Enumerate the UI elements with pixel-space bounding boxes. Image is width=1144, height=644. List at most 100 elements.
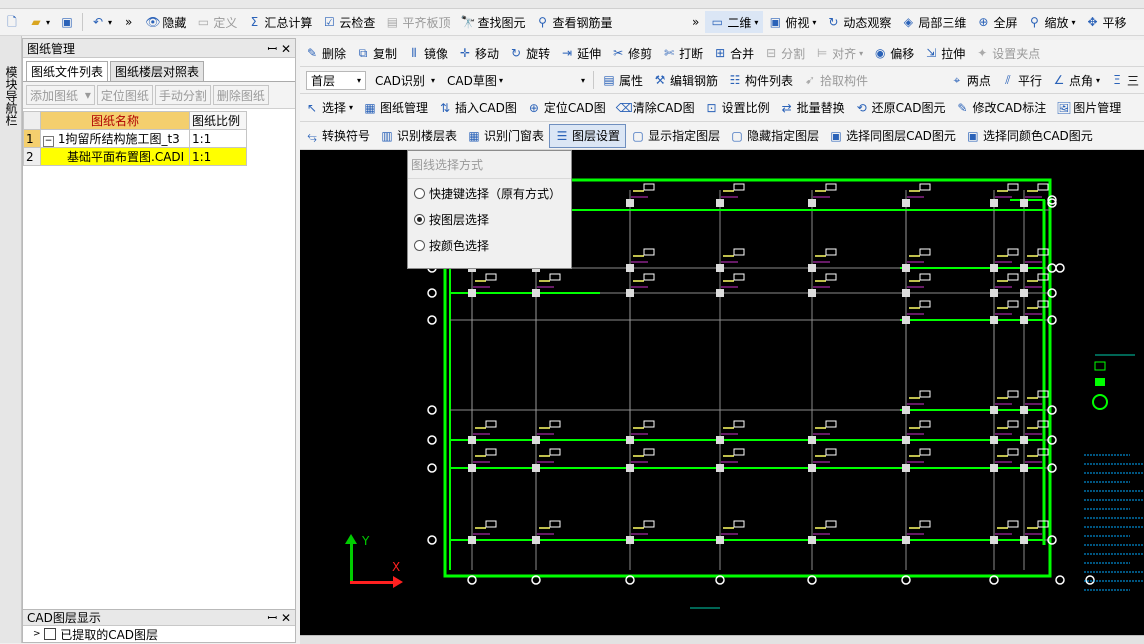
cad-tool-9-button[interactable]: 🖼 图片管理 <box>1051 97 1126 119</box>
column-header-name[interactable]: 图纸名称 <box>40 111 190 130</box>
undo-button[interactable]: ↶ ▾ <box>86 11 117 33</box>
edit-tool-3-button[interactable]: ✛ 移动 <box>453 42 504 64</box>
toolbar-eye-button[interactable]: 👁 隐藏 <box>140 11 191 33</box>
cad-tool-4-button[interactable]: ⌫ 清除CAD图 <box>611 97 700 119</box>
column-header-scale[interactable]: 图纸比例 <box>189 111 247 130</box>
edit-tool-1-button[interactable]: ⧉ 复制 <box>351 42 402 64</box>
toolbar-sigma-button[interactable]: Σ 汇总计算 <box>242 11 317 33</box>
component-tool-1-button[interactable]: ⚒ 编辑钢筋 <box>648 69 723 91</box>
draw-tool-0-button[interactable]: ⌖ 两点 <box>945 69 996 91</box>
toolbar-align-slab-top-button[interactable]: ▤ 平齐板顶 <box>380 11 455 33</box>
view-orbit-button[interactable]: ↻ 动态观察 <box>821 11 896 33</box>
edit-tool-2-button[interactable]: ⫴ 镜像 <box>402 42 453 64</box>
button-label: 隐藏指定图层 <box>747 129 820 143</box>
layer-tool-5-button[interactable]: ▢ 隐藏指定图层 <box>725 125 824 147</box>
table-row[interactable]: 2 基础平面布置图.CADI 1:1 <box>23 147 247 166</box>
cad-tool-7-button[interactable]: ⟲ 还原CAD图元 <box>850 97 951 119</box>
delete-drawing-button[interactable]: 删除图纸 <box>212 85 269 105</box>
checkbox[interactable] <box>44 628 57 640</box>
tab-drawing-file-list[interactable]: 图纸文件列表 <box>26 61 109 81</box>
cad-sketch-select[interactable]: CAD草图 ▾ <box>442 71 508 90</box>
edit-tool-8-button[interactable]: ⊞ 合并 <box>708 42 759 64</box>
add-drawing-button[interactable]: 添加图纸 ▾ <box>26 85 95 105</box>
cad-tool-2-button[interactable]: ⇅ 插入CAD图 <box>433 97 522 119</box>
module-nav-rail[interactable]: 模块导航栏 <box>0 36 22 643</box>
footing-tag <box>643 420 655 428</box>
layer-tool-1-button[interactable]: ▥ 识别楼层表 <box>375 125 462 147</box>
close-icon[interactable]: ✕ <box>281 42 291 56</box>
expand-icon[interactable]: > <box>33 629 41 639</box>
toolbar-rebar-quantity-button[interactable]: ⚲ 查看钢筋量 <box>530 11 617 33</box>
edit-tool-7-button[interactable]: ✄ 打断 <box>657 42 708 64</box>
layer-tree-item[interactable]: > 已提取的CAD图层 <box>23 626 295 642</box>
component-tool-0-button[interactable]: ▤ 属性 <box>597 69 648 91</box>
view-2d-button[interactable]: ▭ 二维 ▾ <box>705 11 764 33</box>
new-file-button[interactable]: 🗋 <box>0 11 24 33</box>
table-row[interactable]: 1 − 1拘留所结构施工图_t3 1:1 <box>23 129 247 148</box>
view-toolbar-overflow[interactable]: » <box>686 11 705 33</box>
edit-tool-9-button[interactable]: ⊟ 分割 <box>759 42 810 64</box>
manual-split-button[interactable]: 手动分割 <box>154 85 211 105</box>
view-pan-button[interactable]: ✥ 平移 <box>1080 11 1131 33</box>
top-view-icon: ▣ <box>769 15 782 29</box>
layer-tool-4-button[interactable]: ▢ 显示指定图层 <box>626 125 725 147</box>
pin-icon[interactable]: ꟷ <box>267 611 277 625</box>
save-button[interactable]: ▣ <box>55 11 79 33</box>
option-by-layer[interactable]: 按图层选择 <box>408 205 571 231</box>
view-zoom-button[interactable]: ⚲ 缩放 ▾ <box>1022 11 1080 33</box>
tab-floor-mapping[interactable]: 图纸楼层对照表 <box>110 61 205 81</box>
legend-symbol <box>1095 378 1105 386</box>
option-by-color[interactable]: 按颜色选择 <box>408 231 571 257</box>
column <box>902 536 910 544</box>
cad-tool-5-button[interactable]: ⊡ 设置比例 <box>700 97 775 119</box>
cad-tool-3-button[interactable]: ⊕ 定位CAD图 <box>522 97 611 119</box>
collapse-icon[interactable]: − <box>43 136 54 147</box>
radio-button-selected[interactable] <box>414 214 425 225</box>
edit-tool-5-button[interactable]: ⇥ 延伸 <box>555 42 606 64</box>
view-top-view-button[interactable]: ▣ 俯视 ▾ <box>763 11 821 33</box>
radio-button[interactable] <box>414 240 425 251</box>
layer-tool-2-button[interactable]: ▦ 识别门窗表 <box>462 125 549 147</box>
locate-drawing-button[interactable]: 定位图纸 <box>96 85 153 105</box>
view-fullscreen-button[interactable]: ⊕ 全屏 <box>971 11 1022 33</box>
option-shortcut[interactable]: 快捷键选择（原有方式） <box>408 179 571 205</box>
cad-canvas[interactable]: 图线选择方式 快捷键选择（原有方式） 按图层选择 按颜色选择 Y X <box>300 150 1144 635</box>
cad-tool-0-icon: ↖ <box>306 100 318 115</box>
cad-tool-1-button[interactable]: ▦ 图纸管理 <box>358 97 433 119</box>
floor-select[interactable]: 首层 ▾ <box>306 70 366 90</box>
x-axis-label: X <box>392 560 401 574</box>
draw-tool-2-button[interactable]: ∠ 点角 ▾ <box>1047 69 1105 91</box>
cad-tool-8-button[interactable]: ✎ 修改CAD标注 <box>950 97 1051 119</box>
edit-tool-6-button[interactable]: ✂ 修剪 <box>606 42 657 64</box>
toolbar-cloud-check-button[interactable]: ☑ 云检查 <box>317 11 380 33</box>
cad-tool-0-button[interactable]: ↖ 选择 ▾ <box>300 97 358 119</box>
layer-tool-3-button[interactable]: ☰ 图层设置 <box>549 123 627 148</box>
toolbar-overflow-button[interactable]: » <box>117 11 140 33</box>
column <box>468 464 476 472</box>
layer-tool-0-button[interactable]: ⥃ 转换符号 <box>300 125 375 147</box>
edit-tool-6-icon: ✂ <box>613 46 624 60</box>
layer-tool-7-button[interactable]: ▣ 选择同颜色CAD图元 <box>961 125 1098 147</box>
component-tool-2-button[interactable]: ☷ 构件列表 <box>723 69 798 91</box>
edit-tool-0-button[interactable]: ✎ 删除 <box>300 42 351 64</box>
pin-icon[interactable]: ꟷ <box>267 42 277 56</box>
layer-tool-6-button[interactable]: ▣ 选择同图层CAD图元 <box>824 125 961 147</box>
toolbar-find-element-button[interactable]: 🔭 查找图元 <box>455 11 530 33</box>
edit-tool-4-button[interactable]: ↻ 旋转 <box>504 42 555 64</box>
component-select[interactable]: ▾ <box>510 71 590 90</box>
edit-tool-13-button[interactable]: ✦ 设置夹点 <box>970 42 1045 64</box>
radio-button[interactable] <box>414 188 425 199</box>
close-icon[interactable]: ✕ <box>281 611 291 625</box>
cad-recog-select[interactable]: CAD识别 ▾ <box>370 71 440 90</box>
open-file-button[interactable]: ▰ ▾ <box>24 11 55 33</box>
draw-tool-1-button[interactable]: ⫽ 平行 <box>996 69 1047 91</box>
edit-tool-12-button[interactable]: ⇲ 拉伸 <box>919 42 970 64</box>
toolbar-define-button[interactable]: ▭ 定义 <box>191 11 242 33</box>
edit-tool-11-button[interactable]: ◉ 偏移 <box>868 42 919 64</box>
component-tool-3-button[interactable]: ➹ 拾取构件 <box>798 69 873 91</box>
draw-tool-3-button[interactable]: Ξ三 <box>1105 69 1144 91</box>
cad-tool-6-button[interactable]: ⇄ 批量替换 <box>775 97 850 119</box>
view-local-3d-button[interactable]: ◈ 局部三维 <box>896 11 971 33</box>
edit-tool-10-button[interactable]: ⊨ 对齐 ▾ <box>810 42 868 64</box>
draw-tool-1-icon: ⫽ <box>1005 73 1011 87</box>
